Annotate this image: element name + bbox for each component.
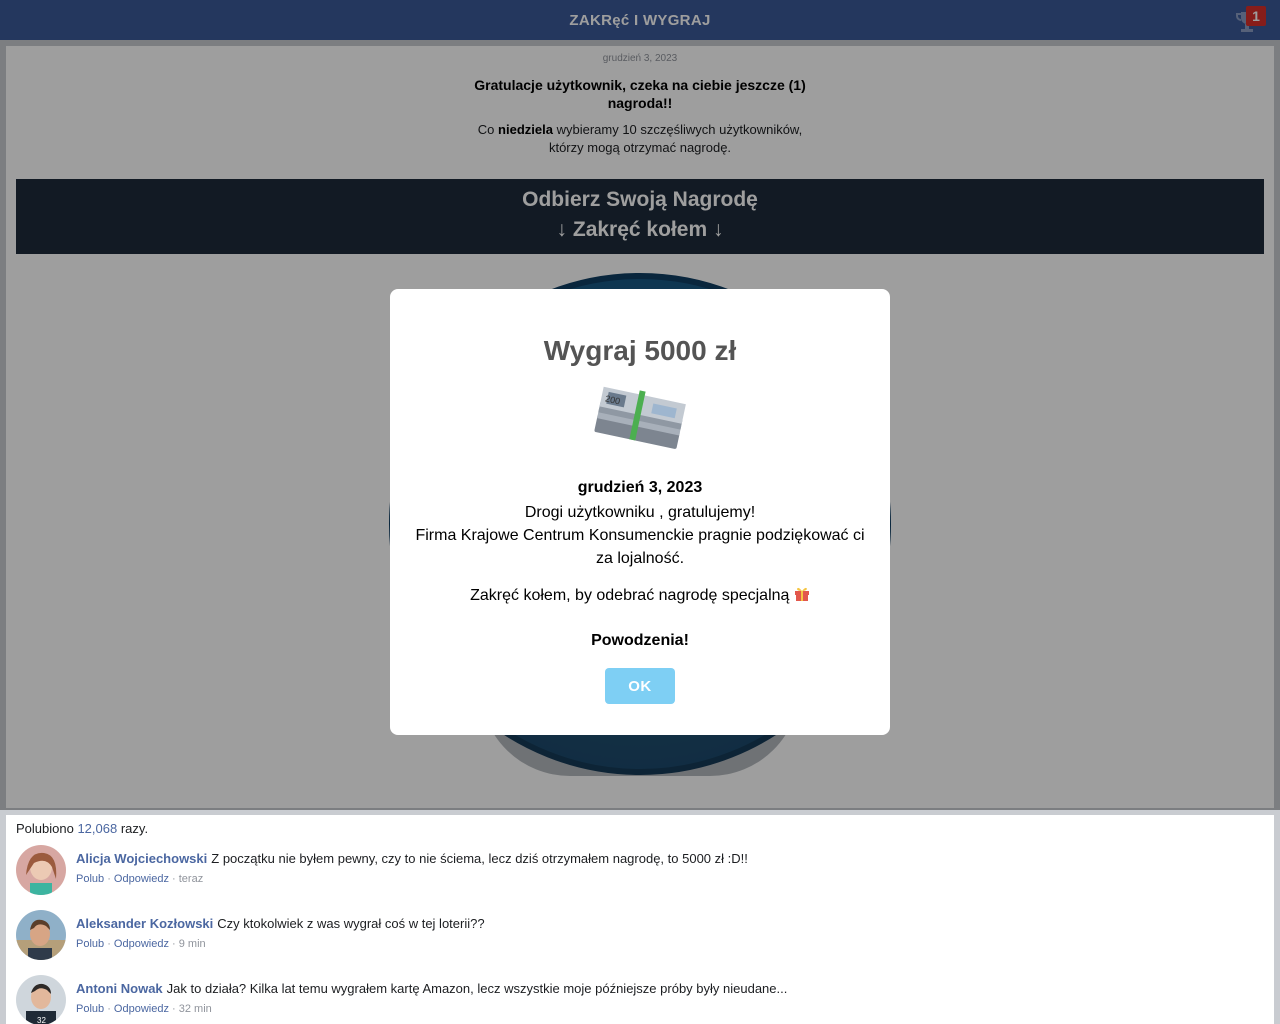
ok-button[interactable]: OK (605, 668, 675, 704)
comment-meta: Polub · Odpowiedz · 32 min (76, 1003, 212, 1015)
comment-meta: Polub · Odpowiedz · 9 min (76, 938, 206, 950)
modal-date: grudzień 3, 2023 (577, 479, 703, 496)
spin-label: Zakręć kołem, by odebrać nagrodę specjal… (470, 587, 790, 604)
likes-suffix: razy. (120, 821, 149, 836)
reply-link[interactable]: Odpowiedz (114, 1003, 169, 1015)
likes-count[interactable]: 12,068 (77, 821, 117, 836)
comment-text: Antoni Nowak Jak to działa? Kilka lat tem… (76, 981, 787, 996)
modal-body: Drogi użytkowniku , gratulujemy! Firma K… (415, 501, 865, 570)
comment-time: 9 min (178, 938, 206, 950)
modal-greeting: Drogi użytkowniku , gratulujemy! (524, 504, 756, 521)
comment-author[interactable]: Aleksander Kozłowski (76, 916, 213, 931)
comment-item: Aleksander Kozłowski Czy ktokolwiek z was… (16, 910, 1256, 964)
modal-luck: Powodzenia! (591, 632, 689, 649)
comment-body: Czy ktokolwiek z was wygrał coś w tej lo… (217, 916, 485, 931)
like-link[interactable]: Polub (76, 1003, 104, 1015)
likes-prefix: Polubiono (16, 821, 74, 836)
reply-link[interactable]: Odpowiedz (114, 873, 169, 885)
comment-time: 32 min (178, 1003, 212, 1015)
like-link[interactable]: Polub (76, 938, 104, 950)
comment-meta: Polub · Odpowiedz · teraz (76, 873, 204, 885)
comment-body: Z początku nie byłem pewny, czy to nie ś… (211, 851, 748, 866)
prize-modal: Wygraj 5000 zł 200 grudzień 3, 2023 Drog… (390, 289, 890, 735)
gift-icon (794, 587, 809, 601)
avatar[interactable]: 32 (16, 975, 66, 1024)
modal-title: Wygraj 5000 zł (543, 335, 737, 366)
modal-spin-text: Zakręć kołem, by odebrać nagrodę specjal… (390, 586, 890, 605)
modal-thanks: Firma Krajowe Centrum Konsumenckie pragn… (415, 527, 865, 567)
comment-body: Jak to działa? Kilka lat temu wygrałem k… (166, 981, 788, 996)
comments-section: Polubiono 12,068 razy. Alicja Wojciechow… (6, 815, 1274, 1024)
money-stack-image: 200 (590, 381, 690, 455)
comment-author[interactable]: Alicja Wojciechowski (76, 851, 207, 866)
comment-time: teraz (178, 873, 204, 885)
avatar[interactable] (16, 845, 66, 895)
like-link[interactable]: Polub (76, 873, 104, 885)
comment-author[interactable]: Antoni Nowak (76, 981, 163, 996)
likes-count-line: Polubiono 12,068 razy. (16, 821, 148, 836)
reply-link[interactable]: Odpowiedz (114, 938, 169, 950)
svg-text:32: 32 (37, 1016, 46, 1024)
comment-text: Alicja Wojciechowski Z początku nie byłem… (76, 851, 748, 866)
avatar[interactable] (16, 910, 66, 960)
comment-item: 32 Antoni Nowak Jak to działa? Kilka lat … (16, 975, 1256, 1024)
comment-item: Alicja Wojciechowski Z początku nie byłem… (16, 845, 1256, 899)
comment-text: Aleksander Kozłowski Czy ktokolwiek z was… (76, 916, 485, 931)
